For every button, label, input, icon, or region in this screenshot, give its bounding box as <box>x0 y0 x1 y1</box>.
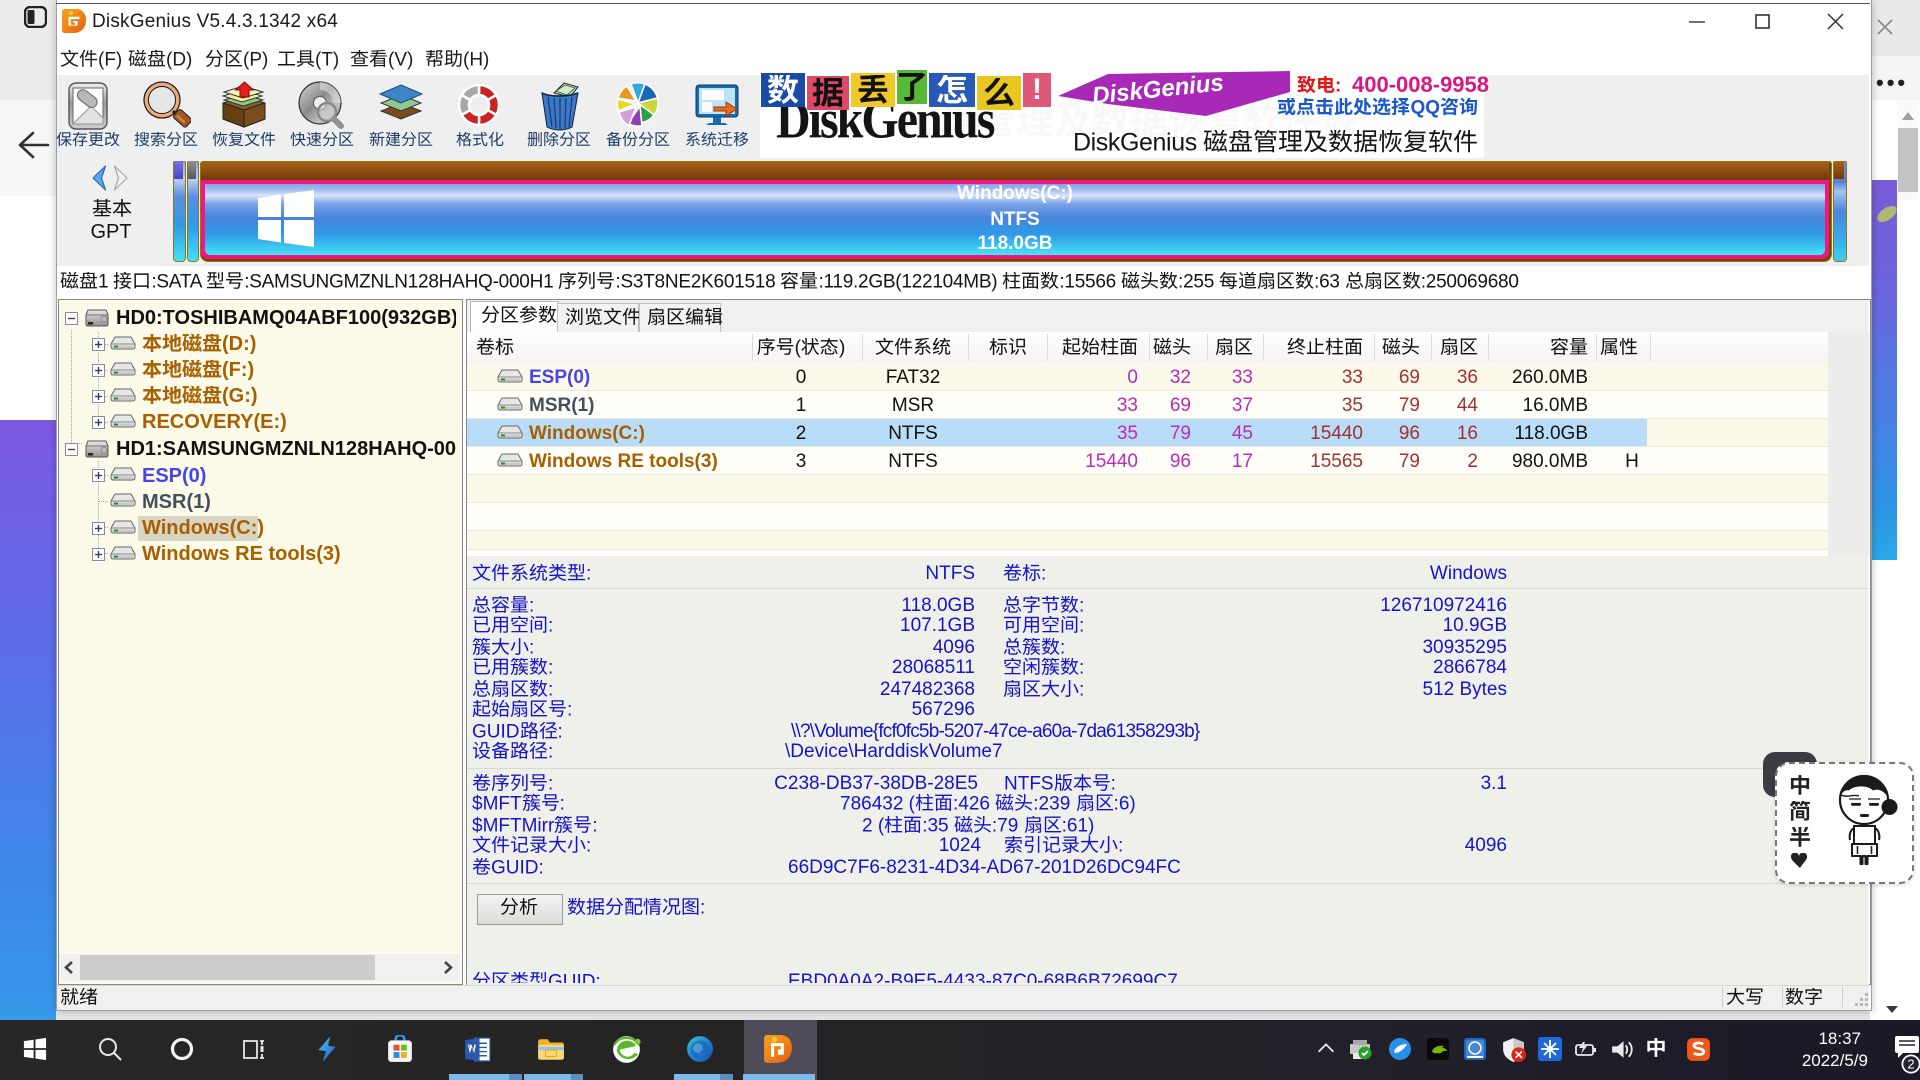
svg-text:2: 2 <box>1907 1057 1914 1072</box>
